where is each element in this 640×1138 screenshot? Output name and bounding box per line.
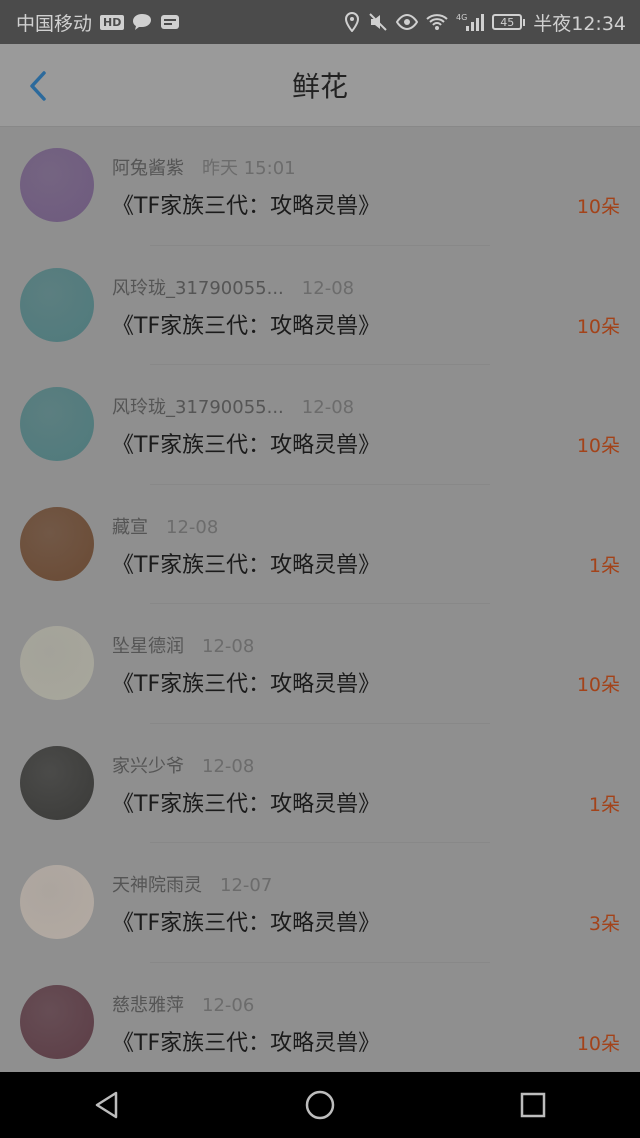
avatar[interactable] bbox=[20, 745, 94, 820]
circle-home-icon bbox=[305, 1090, 335, 1120]
flower-count: 10朵 bbox=[576, 1032, 620, 1055]
svg-text:4G: 4G bbox=[456, 13, 467, 22]
avatar[interactable] bbox=[20, 626, 94, 700]
user-line: 风玲珑_31790055... 12-08 bbox=[112, 274, 354, 300]
user-line: 风玲珑_31790055... 12-08 bbox=[112, 393, 354, 419]
signal-4g-icon: 4G bbox=[456, 12, 485, 32]
chevron-left-icon bbox=[30, 71, 46, 101]
list-item[interactable]: 风玲珑_31790055... 12-08 《TF家族三代：攻略灵兽》 10朵 bbox=[0, 365, 640, 485]
book-title[interactable]: 《TF家族三代：攻略灵兽》 bbox=[112, 905, 380, 937]
flower-count: 10朵 bbox=[576, 196, 620, 218]
flower-count: 1朵 bbox=[588, 554, 620, 577]
user-name[interactable]: 藏宣 bbox=[112, 517, 148, 538]
square-recents-icon bbox=[521, 1092, 546, 1118]
flower-count: 10朵 bbox=[576, 315, 620, 338]
battery-icon: 45 bbox=[492, 14, 526, 30]
list-item[interactable]: 家兴少爷 12-08 《TF家族三代：攻略灵兽》 1朵 bbox=[0, 724, 640, 843]
timestamp: 昨天 15:01 bbox=[202, 158, 296, 179]
book-title[interactable]: 《TF家族三代：攻略灵兽》 bbox=[112, 547, 380, 579]
flower-gift-list: 阿兔酱紫 昨天 15:01 《TF家族三代：攻略灵兽》 10朵 风玲珑_31790… bbox=[0, 126, 640, 1072]
user-line: 家兴少爷 12-08 bbox=[112, 752, 254, 778]
book-title[interactable]: 《TF家族三代：攻略灵兽》 bbox=[112, 786, 380, 818]
eye-icon bbox=[396, 14, 419, 30]
location-icon bbox=[344, 12, 360, 32]
avatar[interactable] bbox=[20, 984, 94, 1059]
clock: 半夜12:34 bbox=[533, 12, 626, 35]
app-notification-icon bbox=[160, 13, 180, 31]
back-button[interactable] bbox=[18, 66, 58, 106]
list-item[interactable]: 慈悲雅萍 12-06 《TF家族三代：攻略灵兽》 10朵 bbox=[0, 963, 640, 1073]
flower-count: 10朵 bbox=[576, 674, 620, 696]
timestamp: 12-07 bbox=[220, 875, 273, 896]
avatar[interactable] bbox=[20, 865, 94, 939]
carrier-name: 中国移动 bbox=[16, 12, 93, 35]
timestamp: 12-08 bbox=[301, 277, 355, 299]
flower-count: 10朵 bbox=[576, 435, 620, 457]
system-home-button[interactable] bbox=[290, 1075, 350, 1135]
avatar[interactable] bbox=[20, 148, 94, 222]
flower-count: 1朵 bbox=[588, 793, 620, 816]
timestamp: 12-08 bbox=[301, 397, 355, 418]
timestamp: 12-06 bbox=[202, 994, 255, 1016]
flower-count: 3朵 bbox=[588, 913, 620, 935]
user-name[interactable]: 风玲珑_31790055... bbox=[112, 397, 284, 418]
book-title[interactable]: 《TF家族三代：攻略灵兽》 bbox=[112, 308, 380, 340]
header: 鲜花 bbox=[0, 44, 640, 127]
user-name[interactable]: 慈悲雅萍 bbox=[112, 995, 184, 1016]
avatar[interactable] bbox=[20, 267, 94, 342]
book-title[interactable]: 《TF家族三代：攻略灵兽》 bbox=[112, 666, 380, 698]
wifi-icon bbox=[426, 13, 448, 31]
system-recents-button[interactable] bbox=[503, 1075, 563, 1135]
user-name[interactable]: 阿兔酱紫 bbox=[112, 158, 184, 179]
book-title[interactable]: 《TF家族三代：攻略灵兽》 bbox=[112, 427, 380, 459]
timestamp: 12-08 bbox=[166, 516, 219, 538]
system-navigation-bar bbox=[0, 1072, 640, 1138]
user-line: 阿兔酱紫 昨天 15:01 bbox=[112, 154, 296, 180]
user-line: 藏宣 12-08 bbox=[112, 513, 218, 539]
list-item[interactable]: 坠星德润 12-08 《TF家族三代：攻略灵兽》 10朵 bbox=[0, 604, 640, 724]
status-bar-right: 4G 45 半夜12:34 bbox=[344, 9, 626, 36]
system-back-button[interactable] bbox=[77, 1075, 137, 1135]
status-bar: 中国移动 HD 4G 45 半夜12:34 bbox=[0, 0, 640, 44]
list-item[interactable]: 阿兔酱紫 昨天 15:01 《TF家族三代：攻略灵兽》 10朵 bbox=[0, 126, 640, 246]
timestamp: 12-08 bbox=[202, 755, 255, 777]
timestamp: 12-08 bbox=[202, 636, 255, 657]
book-title[interactable]: 《TF家族三代：攻略灵兽》 bbox=[112, 1025, 380, 1057]
avatar[interactable] bbox=[20, 387, 94, 461]
user-line: 慈悲雅萍 12-06 bbox=[112, 991, 254, 1017]
user-name[interactable]: 天神院雨灵 bbox=[112, 875, 202, 896]
message-icon bbox=[132, 13, 152, 31]
mute-icon bbox=[368, 12, 388, 32]
user-line: 坠星德润 12-08 bbox=[112, 632, 254, 658]
battery-level: 45 bbox=[492, 14, 523, 30]
user-line: 天神院雨灵 12-07 bbox=[112, 871, 272, 897]
user-name[interactable]: 坠星德润 bbox=[112, 636, 184, 657]
hd-badge: HD bbox=[100, 14, 125, 30]
book-title[interactable]: 《TF家族三代：攻略灵兽》 bbox=[112, 188, 380, 220]
user-name[interactable]: 风玲珑_31790055... bbox=[112, 278, 284, 299]
list-item[interactable]: 天神院雨灵 12-07 《TF家族三代：攻略灵兽》 3朵 bbox=[0, 843, 640, 963]
status-bar-left: 中国移动 HD bbox=[16, 9, 180, 36]
list-item[interactable]: 藏宣 12-08 《TF家族三代：攻略灵兽》 1朵 bbox=[0, 485, 640, 604]
user-name[interactable]: 家兴少爷 bbox=[112, 756, 184, 777]
avatar[interactable] bbox=[20, 506, 94, 581]
triangle-back-icon bbox=[95, 1091, 117, 1119]
list-item[interactable]: 风玲珑_31790055... 12-08 《TF家族三代：攻略灵兽》 10朵 bbox=[0, 246, 640, 365]
page-title: 鲜花 bbox=[291, 70, 348, 103]
